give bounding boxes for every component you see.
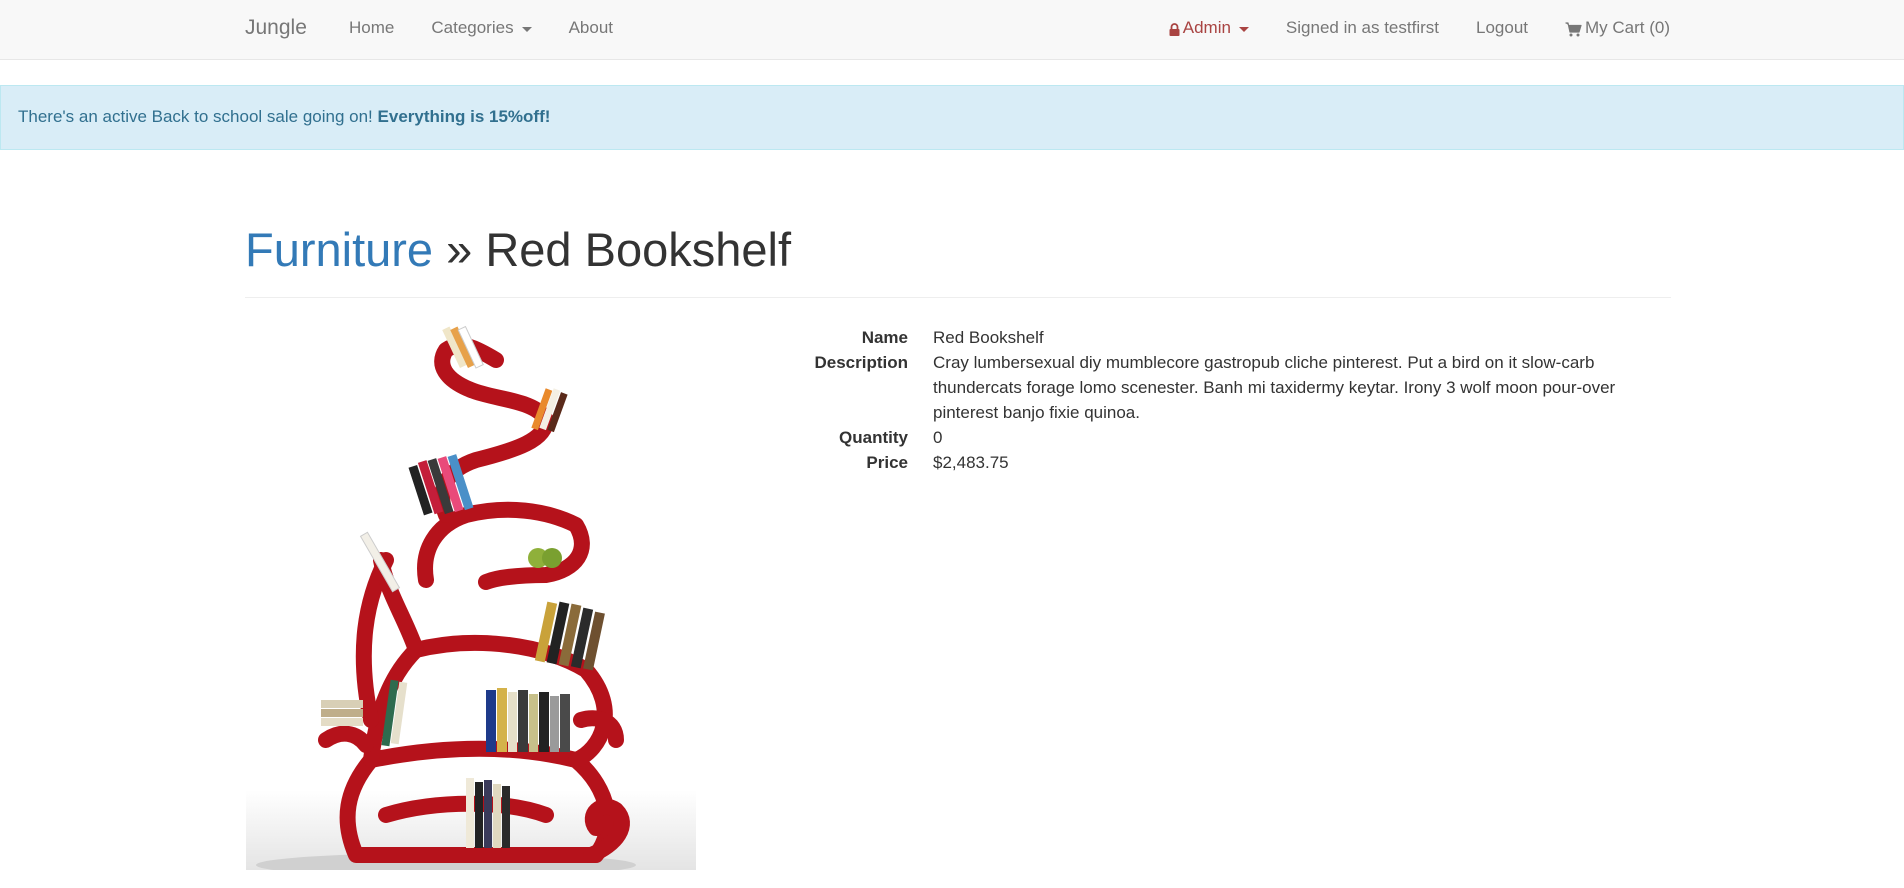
detail-row-name: Name Red Bookshelf: [730, 325, 1671, 350]
nav-right: Admin Signed in as testfirst Logout My C…: [1169, 18, 1670, 38]
logout-link[interactable]: Logout: [1476, 18, 1528, 38]
sale-alert: There's an active Back to school sale go…: [0, 85, 1904, 150]
category-breadcrumb-link[interactable]: Furniture: [245, 223, 433, 276]
nav-about-label: About: [568, 18, 614, 37]
product-details: Name Red Bookshelf Description Cray lumb…: [730, 325, 1671, 475]
signed-in-text: Signed in as testfirst: [1285, 18, 1439, 37]
nav-home-link[interactable]: Home: [349, 18, 394, 38]
shopping-cart-icon: [1565, 21, 1582, 36]
nav-home-label: Home: [349, 18, 395, 37]
lock-icon: [1169, 22, 1180, 36]
detail-row-price: Price $2,483.75: [730, 450, 1671, 475]
quantity-label: Quantity: [839, 428, 908, 447]
name-value: Red Bookshelf: [933, 328, 1044, 347]
brand-link[interactable]: Jungle: [245, 16, 307, 40]
name-label: Name: [861, 328, 908, 347]
nav-categories-dropdown[interactable]: Categories: [431, 18, 532, 38]
caret-down-icon: [521, 26, 532, 32]
detail-row-quantity: Quantity 0: [730, 425, 1671, 450]
sale-alert-text: There's an active Back to school sale go…: [18, 107, 373, 126]
red-bookshelf-illustration: [246, 325, 696, 870]
quantity-value: 0: [933, 428, 943, 447]
navbar-container: Jungle Home Categories About Admin Signe…: [245, 0, 1670, 60]
breadcrumb-separator: »: [446, 223, 473, 276]
caret-down-icon: [1238, 26, 1249, 32]
nav-about-link[interactable]: About: [569, 18, 613, 38]
description-label: Description: [814, 353, 908, 372]
page-header: Furniture » Red Bookshelf: [245, 222, 1671, 298]
detail-row-description: Description Cray lumbersexual diy mumble…: [730, 350, 1671, 425]
navbar: Jungle Home Categories About Admin Signe…: [0, 0, 1904, 60]
nav-categories-label: Categories: [431, 18, 514, 37]
product-image: [246, 320, 696, 870]
price-label: Price: [866, 453, 908, 472]
cart-label: My Cart (0): [1585, 18, 1670, 37]
sale-alert-emphasis: Everything is 15%off!: [377, 107, 551, 126]
price-value: $2,483.75: [933, 453, 1009, 472]
logout-label: Logout: [1476, 18, 1528, 37]
books-bottom: [466, 778, 510, 848]
description-value: Cray lumbersexual diy mumblecore gastrop…: [933, 353, 1616, 422]
page-title: Furniture » Red Bookshelf: [245, 222, 1671, 278]
cart-link[interactable]: My Cart (0): [1565, 18, 1670, 38]
admin-dropdown[interactable]: Admin: [1169, 18, 1249, 38]
nav-left: Home Categories About: [349, 18, 650, 38]
admin-label: Admin: [1182, 18, 1231, 37]
product-title: Red Bookshelf: [485, 223, 792, 276]
